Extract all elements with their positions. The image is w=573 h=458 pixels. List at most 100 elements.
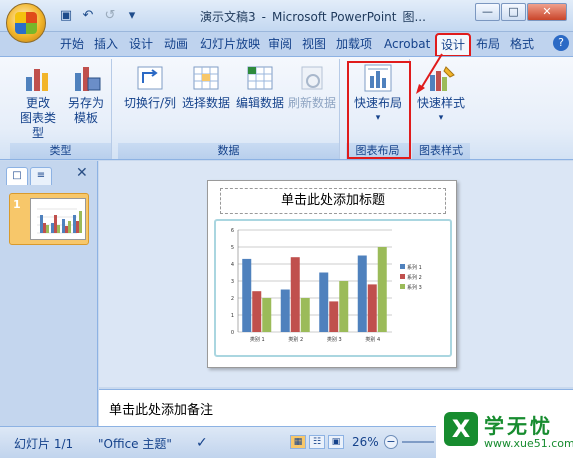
select-data-label: 选择数据 <box>181 96 230 110</box>
group-data-label: 数据 <box>118 143 339 159</box>
tab-chart-layout[interactable]: 布局 <box>472 34 504 56</box>
slideshow-view-icon[interactable]: ▣ <box>328 435 344 449</box>
select-data-icon <box>191 63 221 93</box>
theme-name[interactable]: "Office 主题" <box>98 435 172 452</box>
annotation-arrow <box>416 53 443 94</box>
watermark-name: 学无忧 <box>484 414 553 438</box>
change-chart-type-icon <box>23 63 53 93</box>
zoom-level[interactable]: 26% <box>352 435 379 449</box>
notes-placeholder: 单击此处添加备注 <box>109 403 214 418</box>
y-tick-label: 2 <box>231 296 234 302</box>
watermark: X 学无忧 www.xue51.com <box>436 406 573 458</box>
spelling-check-icon[interactable]: ✓ <box>196 435 208 451</box>
ribbon: 更改 图表类型 另存为 模板 类型 切换行/列 选择数据 编辑数据 刷新数据 数… <box>0 56 573 160</box>
bar <box>290 257 300 332</box>
refresh-data-label: 刷新数据 <box>287 96 336 110</box>
x-tick-label: 类别 4 <box>365 336 380 343</box>
save-as-template-button[interactable]: 另存为 模板 <box>64 63 108 126</box>
thumbnail-chart <box>37 208 82 234</box>
edit-data-button[interactable]: 编辑数据 <box>234 63 286 111</box>
slide-editor: 单击此处添加标题 0 1 2 3 4 5 6 类别 1 类别 2 类别 3 类别 4 系列 1 系列 2… <box>99 161 573 387</box>
normal-view-icon[interactable]: ▦ <box>290 435 306 449</box>
save-as-template-label: 另存为 模板 <box>67 96 104 125</box>
document-name: 演示文稿3 <box>200 10 256 24</box>
redo-icon[interactable]: ↺ <box>102 8 118 24</box>
slide-thumbnail-selected[interactable]: 1 <box>9 193 89 245</box>
legend-swatch <box>400 284 405 289</box>
tab-design-theme[interactable]: 设计 <box>125 34 157 56</box>
undo-icon[interactable]: ↶ <box>80 8 96 24</box>
customize-qat-icon[interactable]: ▾ <box>124 8 140 24</box>
legend-swatch <box>400 274 405 279</box>
bar <box>357 255 367 332</box>
y-tick-label: 5 <box>231 245 234 251</box>
y-tick-label: 0 <box>231 330 234 336</box>
x-tick-label: 类别 1 <box>250 336 265 343</box>
window-controls: — □ ✕ <box>474 3 567 21</box>
tab-slideshow[interactable]: 幻灯片放映 <box>196 34 264 56</box>
y-tick-label: 4 <box>231 262 234 268</box>
y-tick-label: 1 <box>231 313 234 319</box>
save-icon[interactable]: ▣ <box>58 8 74 24</box>
group-type: 更改 图表类型 另存为 模板 类型 <box>10 59 112 159</box>
bar <box>262 298 272 332</box>
refresh-data-button: 刷新数据 <box>286 63 338 111</box>
watermark-logo: X <box>444 412 478 446</box>
slide-thumbnail <box>30 198 86 240</box>
bar <box>242 258 252 332</box>
title-placeholder[interactable]: 单击此处添加标题 <box>220 188 446 214</box>
tab-chart-format[interactable]: 格式 <box>506 34 538 56</box>
tab-view[interactable]: 视图 <box>298 34 330 56</box>
bar <box>339 281 349 332</box>
outline-tab[interactable]: ≡ <box>30 167 52 185</box>
slide-sorter-view-icon[interactable]: ☷ <box>309 435 325 449</box>
y-tick-label: 6 <box>231 228 234 234</box>
bar <box>377 247 387 332</box>
zoom-out-icon[interactable]: − <box>384 435 398 449</box>
title-bar: ▣ ↶ ↺ ▾ 演示文稿3- Microsoft PowerPoint 图... —… <box>0 0 573 32</box>
close-pane-icon[interactable]: ✕ <box>76 165 88 181</box>
group-data: 切换行/列 选择数据 编辑数据 刷新数据 数据 <box>118 59 340 159</box>
chart-object[interactable]: 0 1 2 3 4 5 6 类别 1 类别 2 类别 3 类别 4 系列 1 系列 2 系列 3 <box>214 219 452 357</box>
legend-label: 系列 1 <box>407 264 422 271</box>
change-chart-type-button[interactable]: 更改 图表类型 <box>16 63 60 141</box>
tab-animation[interactable]: 动画 <box>160 34 192 56</box>
watermark-url: www.xue51.com <box>484 437 573 450</box>
edit-data-icon <box>245 63 275 93</box>
help-icon[interactable]: ? <box>553 35 569 51</box>
app-name: Microsoft PowerPoint <box>271 10 397 24</box>
ribbon-tabs: 开始 插入 设计 动画 幻灯片放映 审阅 视图 加载项 Acrobat 设计 布… <box>0 32 573 57</box>
close-button[interactable]: ✕ <box>527 3 567 21</box>
tab-insert[interactable]: 插入 <box>90 34 122 56</box>
bar <box>300 298 310 332</box>
legend-label: 系列 2 <box>407 274 422 281</box>
tab-review[interactable]: 审阅 <box>264 34 296 56</box>
switch-row-column-icon <box>135 63 165 93</box>
slides-pane: □ ≡ ✕ 1 <box>0 161 98 426</box>
slides-tab[interactable]: □ <box>6 167 28 185</box>
select-data-button[interactable]: 选择数据 <box>180 63 232 111</box>
highlight-box-quick-layout <box>347 61 411 159</box>
maximize-button[interactable]: □ <box>501 3 526 21</box>
legend-swatch <box>400 264 405 269</box>
zoom-slider[interactable] <box>402 441 434 443</box>
legend-label: 系列 3 <box>407 284 422 291</box>
switch-row-column-button[interactable]: 切换行/列 <box>122 63 178 111</box>
bar <box>367 284 377 332</box>
minimize-button[interactable]: — <box>475 3 500 21</box>
edit-data-label: 编辑数据 <box>235 96 284 110</box>
save-template-icon <box>71 63 101 93</box>
switch-row-column-label: 切换行/列 <box>123 96 177 110</box>
tab-addins[interactable]: 加载项 <box>332 34 376 56</box>
window-title: 演示文稿3- Microsoft PowerPoint 图... <box>200 10 426 24</box>
context-title: 图... <box>402 10 426 24</box>
slide-canvas[interactable]: 单击此处添加标题 0 1 2 3 4 5 6 类别 1 类别 2 类别 3 类别 4 系列 1 系列 2… <box>207 180 457 368</box>
office-button[interactable] <box>6 3 46 43</box>
tab-home[interactable]: 开始 <box>56 34 88 56</box>
quick-access-toolbar: ▣ ↶ ↺ ▾ <box>58 7 146 25</box>
x-tick-label: 类别 2 <box>288 336 303 343</box>
y-tick-label: 3 <box>231 279 234 285</box>
refresh-data-icon <box>297 63 327 93</box>
slide-number: 1 <box>13 198 21 211</box>
office-logo-icon <box>15 12 37 34</box>
